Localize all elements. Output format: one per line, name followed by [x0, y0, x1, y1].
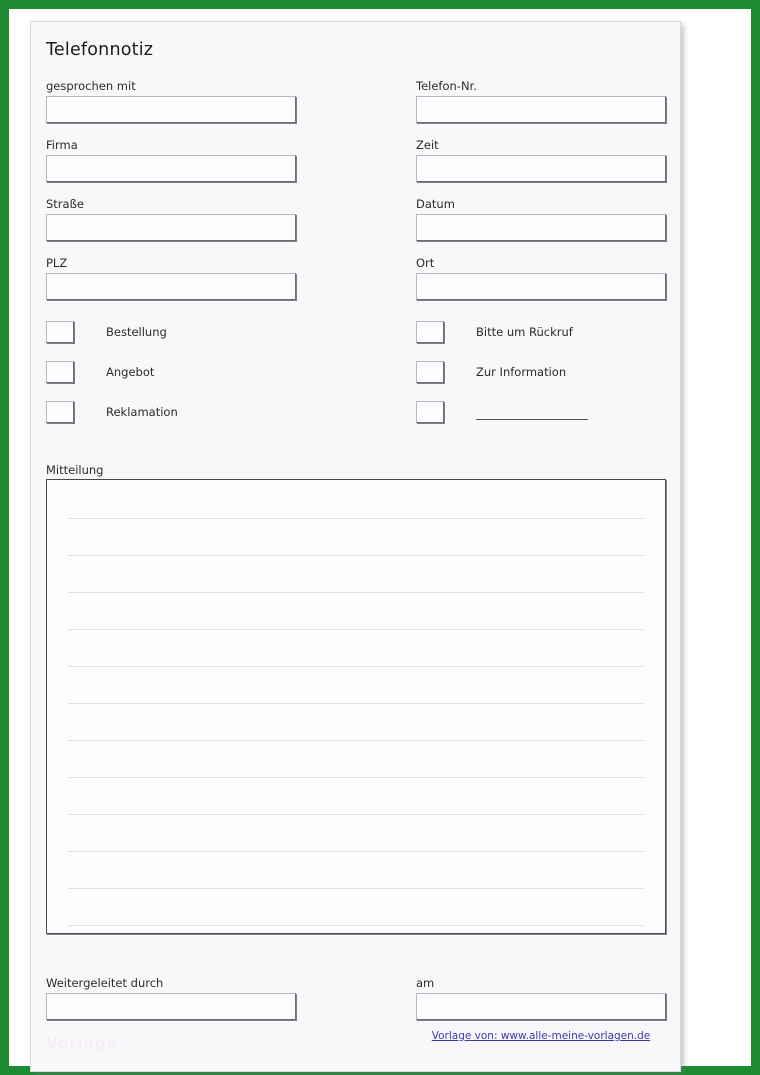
field-label: PLZ — [46, 256, 68, 270]
date-field: am — [416, 977, 666, 1020]
message-write-line — [69, 851, 644, 852]
checkbox[interactable] — [416, 321, 444, 343]
field-left-0: gesprochen mit — [46, 80, 296, 123]
message-write-line — [69, 703, 644, 704]
field-right-0: Telefon-Nr. — [416, 80, 666, 123]
message-write-line — [69, 666, 644, 667]
watermark-text: Vorlage — [46, 1034, 118, 1052]
field-input[interactable] — [416, 96, 666, 123]
field-right-1: Zeit — [416, 139, 666, 182]
checkbox-row-left-0: Bestellung — [46, 320, 167, 344]
checkbox-row-right-1: Zur Information — [416, 360, 566, 384]
field-input[interactable] — [416, 273, 666, 300]
green-page-frame: Telefonnotiz gesprochen mit Firma Straße PL… — [0, 0, 760, 1075]
field-left-1: Firma — [46, 139, 296, 182]
forwarded-by-field: Weitergeleitet durch — [46, 977, 296, 1020]
field-left-2: Straße — [46, 198, 296, 241]
field-right-3: Ort — [416, 257, 666, 300]
checkbox-row-right-2 — [416, 400, 588, 424]
checkbox[interactable] — [46, 321, 74, 343]
field-label: Straße — [46, 197, 84, 211]
message-write-line — [69, 629, 644, 630]
message-write-line — [69, 518, 644, 519]
forwarded-by-label: Weitergeleitet durch — [46, 976, 164, 990]
field-input[interactable] — [46, 96, 296, 123]
checkbox-blank-line[interactable] — [476, 418, 588, 420]
field-left-3: PLZ — [46, 257, 296, 300]
checkbox[interactable] — [46, 401, 74, 423]
forwarded-by-input[interactable] — [46, 993, 296, 1020]
field-label: Firma — [46, 138, 78, 152]
field-label: Telefon-Nr. — [416, 79, 477, 93]
field-input[interactable] — [46, 155, 296, 182]
form-page-sheet: Telefonnotiz gesprochen mit Firma Straße PL… — [30, 21, 681, 1072]
checkbox-label: Reklamation — [106, 405, 178, 419]
checkbox[interactable] — [416, 361, 444, 383]
message-write-line — [69, 925, 644, 926]
field-label: Zeit — [416, 138, 439, 152]
field-label: gesprochen mit — [46, 79, 136, 93]
page-title: Telefonnotiz — [46, 40, 154, 60]
form-content: Telefonnotiz gesprochen mit Firma Straße PL… — [31, 22, 680, 1071]
message-textarea[interactable] — [46, 479, 666, 934]
field-input[interactable] — [46, 214, 296, 241]
message-label: Mitteilung — [46, 463, 104, 477]
date-input[interactable] — [416, 993, 666, 1020]
checkbox-label: Angebot — [106, 365, 155, 379]
checkbox-label: Bestellung — [106, 325, 167, 339]
field-label: Ort — [416, 256, 435, 270]
checkbox-label: Zur Information — [476, 365, 567, 379]
field-right-2: Datum — [416, 198, 666, 241]
checkbox[interactable] — [46, 361, 74, 383]
checkbox-row-left-2: Reklamation — [46, 400, 178, 424]
message-write-line — [69, 555, 644, 556]
message-write-line — [69, 740, 644, 741]
field-input[interactable] — [416, 214, 666, 241]
checkbox[interactable] — [416, 401, 444, 423]
checkbox-label: Bitte um Rückruf — [476, 325, 573, 339]
checkbox-row-right-0: Bitte um Rückruf — [416, 320, 573, 344]
checkbox-row-left-1: Angebot — [46, 360, 154, 384]
message-write-line — [69, 777, 644, 778]
field-label: Datum — [416, 197, 455, 211]
field-input[interactable] — [46, 273, 296, 300]
message-write-line — [69, 814, 644, 815]
template-source-link[interactable]: Vorlage von: www.alle-meine-vorlagen.de — [416, 1030, 666, 1042]
message-write-line — [69, 592, 644, 593]
field-input[interactable] — [416, 155, 666, 182]
message-write-line — [69, 888, 644, 889]
date-label: am — [416, 976, 435, 990]
